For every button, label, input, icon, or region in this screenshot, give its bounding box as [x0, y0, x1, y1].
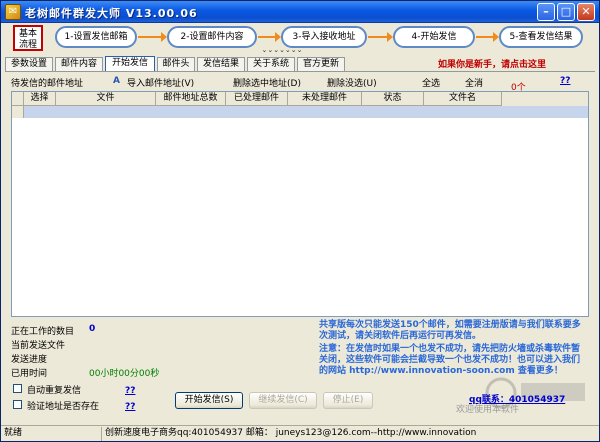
delete-unselected-button[interactable]: 删除没选(U) — [327, 76, 377, 89]
current-file-label: 当前发送文件 — [11, 341, 66, 351]
flow-step-2[interactable]: 2-设置邮件内容 — [167, 26, 257, 48]
start-send-button[interactable]: 开始发信(S) — [175, 392, 243, 409]
flow-step-4[interactable]: 4-开始发信 — [393, 26, 475, 48]
stop-button[interactable]: 停止(E) — [323, 392, 373, 409]
new-user-link[interactable]: 如果你是新手，请点击这里 — [438, 57, 546, 70]
faint-caption: 欢迎使用本软件 — [456, 405, 520, 415]
table-header: 选择 文件 邮件地址总数 已处理邮件 未处理邮件 状态 文件名 — [12, 92, 588, 106]
table-row[interactable] — [12, 106, 588, 118]
flow-arrow-icon — [138, 32, 167, 42]
flow-step-3[interactable]: 3-导入接收地址 — [281, 26, 367, 48]
tab-send-result[interactable]: 发信结果 — [197, 57, 245, 71]
flow-arrow-icon — [476, 32, 499, 42]
col-total[interactable]: 邮件地址总数 — [156, 92, 226, 106]
table-corner — [12, 92, 24, 106]
notice-line-1: 共享版每次只能发送150个邮件，如需要注册版请与我们联系要多次测试，请关闭软件后… — [319, 320, 581, 341]
working-value: 0 — [89, 324, 96, 334]
col-filename[interactable]: 文件名 — [424, 92, 502, 106]
minimize-icon: – — [543, 5, 549, 18]
import-address-button[interactable]: 导入邮件地址(V) — [127, 76, 194, 89]
pending-label: 待发信的邮件地址 — [11, 79, 84, 89]
maximize-icon: □ — [560, 5, 572, 18]
tab-start-send[interactable]: 开始发信 — [105, 56, 155, 71]
app-icon: ✉ — [5, 4, 21, 20]
maximize-button[interactable]: □ — [557, 3, 575, 21]
tab-divider — [5, 71, 595, 72]
col-file[interactable]: 文件 — [56, 92, 156, 106]
flow-step-5[interactable]: 5-查看发信结果 — [499, 26, 583, 48]
auto-resend-checkbox[interactable] — [13, 384, 22, 393]
notice-text: 共享版每次只能发送150个邮件，如需要注册版请与我们联系要多次测试，请关闭软件后… — [319, 320, 583, 377]
delete-selected-button[interactable]: 删除选中地址(D) — [233, 76, 301, 89]
auto-resend-label[interactable]: 自动重复发信 — [27, 383, 81, 396]
col-processed[interactable]: 已处理邮件 — [226, 92, 288, 106]
continue-send-button[interactable]: 继续发信(C) — [249, 392, 317, 409]
auto-resend-help-link[interactable]: ?? — [125, 386, 135, 396]
tab-about[interactable]: 关于系统 — [247, 57, 295, 71]
close-button[interactable]: ✕ — [577, 3, 595, 21]
address-table[interactable]: 选择 文件 邮件地址总数 已处理邮件 未处理邮件 状态 文件名 — [11, 91, 589, 317]
tab-mail-header[interactable]: 邮件头 — [157, 57, 195, 71]
verify-help-link[interactable]: ?? — [125, 402, 135, 412]
statusbar-company: 创新速度电子商务qq:401054937 邮箱： juneys123@126.c… — [101, 427, 597, 441]
working-label: 正在工作的数目 — [11, 327, 75, 337]
statusbar-state: 就绪 — [4, 428, 23, 438]
verify-address-label[interactable]: 验证地址是否存在 — [27, 399, 99, 412]
elapsed-label: 已用时间 — [11, 369, 48, 379]
flow-badge[interactable]: 基本流程 — [13, 25, 43, 51]
flow-arrow-icon — [258, 32, 281, 42]
col-select[interactable]: 选择 — [24, 92, 56, 106]
tab-mail-content[interactable]: 邮件内容 — [55, 57, 103, 71]
flow-arrow-icon — [368, 32, 393, 42]
collapse-chevron-icon[interactable]: ⌄⌄⌄⌄⌄⌄⌄ — [257, 47, 307, 54]
tab-update[interactable]: 官方更新 — [297, 57, 345, 71]
window-title: 老树邮件群发大师 V13.00.06 — [25, 7, 198, 20]
import-icon: A — [113, 76, 120, 86]
col-status[interactable]: 状态 — [362, 92, 424, 106]
select-all-button[interactable]: 全选 — [422, 76, 440, 89]
app-window: ✉ 老树邮件群发大师 V13.00.06 – □ ✕ 基本流程 1-设置发信邮箱… — [0, 0, 600, 442]
row-header[interactable] — [12, 106, 24, 118]
elapsed-value: 00小时00分00秒 — [89, 369, 160, 379]
verify-address-checkbox[interactable] — [13, 400, 22, 409]
tab-params[interactable]: 参数设置 — [5, 57, 53, 71]
toolbar-help-link[interactable]: ?? — [560, 76, 570, 86]
progress-label: 发送进度 — [11, 355, 48, 365]
close-icon: ✕ — [581, 5, 591, 18]
deselect-all-button[interactable]: 全消 — [465, 76, 483, 89]
minimize-button[interactable]: – — [537, 3, 555, 21]
status-bar: 就绪 创新速度电子商务qq:401054937 邮箱： juneys123@12… — [1, 425, 599, 441]
col-unprocessed[interactable]: 未处理邮件 — [288, 92, 362, 106]
flow-step-1[interactable]: 1-设置发信邮箱 — [55, 26, 137, 48]
address-toolbar: 待发信的邮件地址 A 导入邮件地址(V) 删除选中地址(D) 删除没选(U) 全… — [1, 74, 599, 93]
title-bar[interactable]: ✉ 老树邮件群发大师 V13.00.06 – □ ✕ — [1, 1, 599, 23]
